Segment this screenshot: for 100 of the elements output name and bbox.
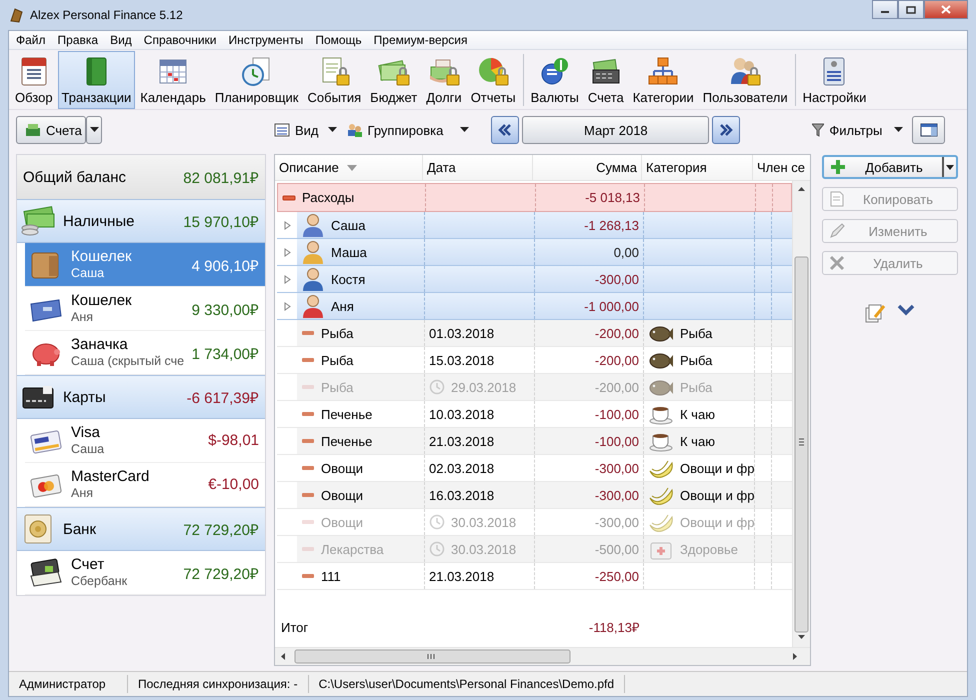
close-button[interactable] <box>924 0 968 19</box>
status-user: Администратор <box>9 675 128 693</box>
toolbar-button[interactable]: Бюджет <box>366 51 422 109</box>
toolbar-button[interactable]: Обзор <box>11 51 57 109</box>
account-group-name: Наличные <box>63 212 136 230</box>
person-name: Маша <box>331 244 367 260</box>
toolbar-button[interactable]: Транзакции <box>58 51 136 109</box>
accounts-button[interactable]: Счета <box>16 116 86 144</box>
minimize-button[interactable] <box>872 0 898 19</box>
account-row[interactable]: Кошелек Саша 4 906,10₽ <box>25 243 265 287</box>
column-header[interactable]: Сумма <box>533 155 642 180</box>
clock-icon <box>429 514 445 530</box>
balance-amount: 1 734,00₽ <box>192 344 259 362</box>
menu-item[interactable]: Правка <box>52 31 104 49</box>
amount-cell: -100,00 <box>535 428 644 454</box>
amount-cell: -300,00 <box>535 266 644 292</box>
grouping-button[interactable]: Группировка <box>346 122 444 138</box>
toolbar-button[interactable]: Валюты <box>526 51 583 109</box>
next-button[interactable] <box>712 116 740 144</box>
description-text: Рыба <box>321 326 354 340</box>
account-owner: Саша <box>71 440 106 458</box>
table-row[interactable]: Печенье 21.03.2018 -100,00 К чаю <box>277 428 792 455</box>
description-text: Печенье <box>321 434 372 448</box>
terminal-icon <box>29 558 63 588</box>
balance-amount: $-98,01 <box>208 432 259 449</box>
balance-amount: 15 970,10₽ <box>183 213 259 231</box>
pie-chart-lock-icon <box>477 55 510 87</box>
column-header[interactable]: Категория <box>642 155 753 180</box>
toolbar-button[interactable]: Долги <box>422 51 466 109</box>
minus-icon <box>301 410 315 418</box>
column-header[interactable]: Дата <box>423 155 533 180</box>
table-row[interactable]: 111 21.03.2018 -250,00 <box>277 563 792 590</box>
date-text: 16.03.2018 <box>429 488 494 502</box>
menu-item[interactable]: Премиум-версия <box>368 31 474 49</box>
balance-amount: 72 729,20₽ <box>183 521 259 539</box>
date-text: 21.03.2018 <box>429 434 494 448</box>
menu-item[interactable]: Инструменты <box>222 31 310 49</box>
category-text: Рыба <box>680 326 712 340</box>
person-row[interactable]: Маша 0,00 <box>277 239 792 266</box>
account-name: MasterCard <box>71 468 150 484</box>
action-button[interactable]: Добавить <box>822 155 958 179</box>
status-sync: Последняя синхронизация: - <box>128 675 309 693</box>
table-row[interactable]: Овощи 16.03.2018 -300,00 Овощи и фр <box>277 482 792 509</box>
account-group-row[interactable]: Банк 72 729,20₽ <box>17 507 265 551</box>
date-text: 30.03.2018 <box>451 514 516 530</box>
person-icon <box>301 267 325 291</box>
toolbar-button[interactable]: Настройки <box>798 51 870 109</box>
balance-amount: €-10,00 <box>208 476 259 493</box>
previous-button[interactable] <box>491 116 520 144</box>
person-row[interactable]: Аня -1 000,00 <box>277 293 792 320</box>
table-row[interactable]: Рыба 01.03.2018 -200,00 Рыба <box>277 320 792 347</box>
group-row[interactable]: Расходы -5 018,13 <box>277 183 792 212</box>
account-name: Счет <box>71 556 106 572</box>
toolbar-button[interactable]: Категории <box>628 51 698 109</box>
account-owner: Саша <box>71 264 106 282</box>
account-group-row[interactable]: Наличные 15 970,10₽ <box>17 199 265 243</box>
amount-cell: -100,00 <box>535 401 644 427</box>
toolbar-button[interactable]: Отчеты <box>466 51 520 109</box>
column-header[interactable]: Член се <box>753 155 810 180</box>
dropdown-button[interactable] <box>86 116 102 144</box>
menu-item[interactable]: Вид <box>104 31 138 49</box>
minus-icon <box>301 356 315 364</box>
close-icon <box>941 5 951 14</box>
minus-icon <box>301 329 315 337</box>
account-owner: Сбербанк <box>71 572 128 590</box>
account-group-name: Банк <box>63 520 98 538</box>
layout-button[interactable] <box>912 116 946 144</box>
accounts-icon <box>25 123 41 137</box>
window-title: Alzex Personal Finance 5.12 <box>30 8 184 22</box>
table-row[interactable]: Рыба 15.03.2018 -200,00 Рыба <box>277 347 792 374</box>
description-text: 111 <box>321 568 341 584</box>
account-name: Кошелек <box>71 292 133 308</box>
toolbar-button[interactable]: Календарь <box>136 51 210 109</box>
period-button[interactable]: Март 2018 <box>522 116 710 144</box>
person-row[interactable]: Саша -1 268,13 <box>277 212 792 239</box>
toolbar-button[interactable]: Планировщик <box>210 51 302 109</box>
maximize-icon <box>906 6 916 14</box>
maximize-button[interactable] <box>898 0 924 19</box>
description-text: Рыба <box>321 380 354 394</box>
category-text: Рыба <box>680 380 712 394</box>
filters-button[interactable]: Фильтры <box>812 122 882 138</box>
person-row[interactable]: Костя -300,00 <box>277 266 792 293</box>
money-icon <box>21 206 55 236</box>
date-text: 30.03.2018 <box>451 542 516 556</box>
balance-amount: 9 330,00₽ <box>192 300 259 318</box>
table-row[interactable]: Печенье 10.03.2018 -100,00 К чаю <box>277 401 792 428</box>
amount-cell: -250,00 <box>535 563 644 589</box>
view-button[interactable]: Вид <box>274 122 319 138</box>
menu-item[interactable]: Файл <box>10 31 52 49</box>
menu-item[interactable]: Справочники <box>138 31 222 49</box>
toolbar-button[interactable]: Пользователи <box>698 51 792 109</box>
minus-icon <box>301 518 315 526</box>
toolbar-button[interactable]: Счета <box>584 51 628 109</box>
account-owner: Саша (скрытый сче <box>71 352 184 370</box>
column-header[interactable]: Описание <box>275 155 423 180</box>
amount-cell: 0,00 <box>535 239 644 265</box>
toolbar-button[interactable]: События <box>304 51 366 109</box>
account-group-row[interactable]: Карты -6 617,39₽ <box>17 375 265 419</box>
menu-item[interactable]: Помощь <box>309 31 368 49</box>
table-row[interactable]: Овощи 02.03.2018 -300,00 Овощи и фр <box>277 455 792 482</box>
